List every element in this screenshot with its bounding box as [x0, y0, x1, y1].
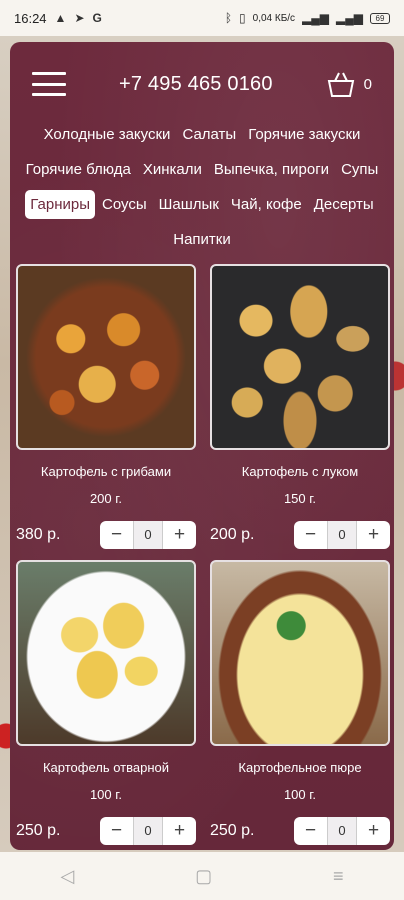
- product-name: Картофель с луком: [241, 464, 359, 479]
- minus-button[interactable]: −: [294, 521, 327, 549]
- category-item[interactable]: Чай, кофе: [226, 190, 307, 219]
- quantity-value[interactable]: 0: [133, 521, 163, 549]
- plus-button[interactable]: +: [357, 817, 390, 845]
- quantity-stepper: − 0 +: [294, 521, 390, 549]
- product-photo[interactable]: [210, 264, 390, 450]
- plus-button[interactable]: +: [163, 817, 196, 845]
- product-card: Картофель с луком 150 г. 200 р. − 0 +: [210, 264, 390, 549]
- telegram-icon: ➤: [74, 11, 85, 25]
- quantity-value[interactable]: 0: [133, 817, 163, 845]
- plus-button[interactable]: +: [357, 521, 390, 549]
- product-photo[interactable]: [210, 560, 390, 746]
- minus-button[interactable]: −: [100, 817, 133, 845]
- signal-icon-2: ▂▄▆: [336, 11, 363, 25]
- minus-button[interactable]: −: [294, 817, 327, 845]
- product-name: Картофельное пюре: [238, 760, 362, 775]
- product-name: Картофель отварной: [42, 760, 170, 775]
- system-nav-bar: ◁ ▢ ≡: [0, 852, 404, 900]
- product-price: 380 р.: [16, 526, 61, 543]
- notification-icon: ▲: [54, 11, 67, 25]
- product-weight: 100 г.: [89, 787, 123, 802]
- category-item[interactable]: Шашлык: [154, 190, 224, 219]
- category-item[interactable]: Супы: [336, 155, 383, 184]
- product-price: 250 р.: [210, 822, 255, 839]
- product-photo[interactable]: [16, 560, 196, 746]
- home-icon[interactable]: ▢: [195, 866, 212, 887]
- product-price: 200 р.: [210, 526, 255, 543]
- category-list: Холодные закуски Салаты Горячие закуски …: [10, 120, 394, 254]
- minus-button[interactable]: −: [100, 521, 133, 549]
- quantity-stepper: − 0 +: [294, 817, 390, 845]
- status-bar: 16:24 ▲ ➤ G ᛒ ▯ 0,04 КБ/с ▂▄▆ ▂▄▆ 69: [0, 0, 404, 36]
- product-weight: 150 г.: [283, 491, 317, 506]
- header: +7 495 465 0160 0: [10, 62, 394, 106]
- battery-level: 69: [375, 13, 385, 23]
- product-weight: 100 г.: [283, 787, 317, 802]
- menu-panel: +7 495 465 0160 0 Холодные закуски Салат…: [10, 42, 394, 850]
- network-speed: 0,04 КБ/с: [252, 12, 296, 24]
- category-item[interactable]: Выпечка, пироги: [209, 155, 334, 184]
- bluetooth-icon: ᛒ: [224, 11, 233, 25]
- product-weight: 200 г.: [89, 491, 123, 506]
- plus-button[interactable]: +: [163, 521, 196, 549]
- quantity-value[interactable]: 0: [327, 817, 357, 845]
- menu-icon[interactable]: [32, 72, 66, 96]
- vibrate-icon: ▯: [239, 11, 246, 25]
- cart-button[interactable]: 0: [326, 69, 372, 99]
- category-item-active[interactable]: Гарниры: [25, 190, 96, 219]
- recents-icon[interactable]: ≡: [333, 866, 344, 887]
- product-price: 250 р.: [16, 822, 61, 839]
- quantity-stepper: − 0 +: [100, 521, 196, 549]
- basket-icon: [327, 72, 354, 97]
- category-item[interactable]: Горячие блюда: [21, 155, 136, 184]
- battery-icon: 69: [370, 12, 390, 24]
- product-card: Картофель с грибами 200 г. 380 р. − 0 +: [16, 264, 196, 549]
- category-item[interactable]: Соусы: [97, 190, 152, 219]
- cart-count: 0: [363, 75, 372, 93]
- product-card: Картофельное пюре 100 г. 250 р. − 0 +: [210, 560, 390, 845]
- product-name: Картофель с грибами: [40, 464, 172, 479]
- category-item[interactable]: Десерты: [309, 190, 379, 219]
- status-time: 16:24: [14, 10, 47, 26]
- category-item[interactable]: Салаты: [177, 120, 241, 149]
- category-item[interactable]: Горячие закуски: [243, 120, 365, 149]
- product-card: Картофель отварной 100 г. 250 р. − 0 +: [16, 560, 196, 845]
- product-photo[interactable]: [16, 264, 196, 450]
- quantity-value[interactable]: 0: [327, 521, 357, 549]
- phone-number[interactable]: +7 495 465 0160: [119, 73, 273, 96]
- category-item[interactable]: Напитки: [168, 225, 236, 254]
- category-item[interactable]: Хинкали: [138, 155, 207, 184]
- category-item[interactable]: Холодные закуски: [39, 120, 176, 149]
- back-icon[interactable]: ◁: [60, 866, 74, 887]
- signal-icon: ▂▄▆: [302, 11, 330, 25]
- quantity-stepper: − 0 +: [100, 817, 196, 845]
- google-icon: G: [92, 11, 102, 25]
